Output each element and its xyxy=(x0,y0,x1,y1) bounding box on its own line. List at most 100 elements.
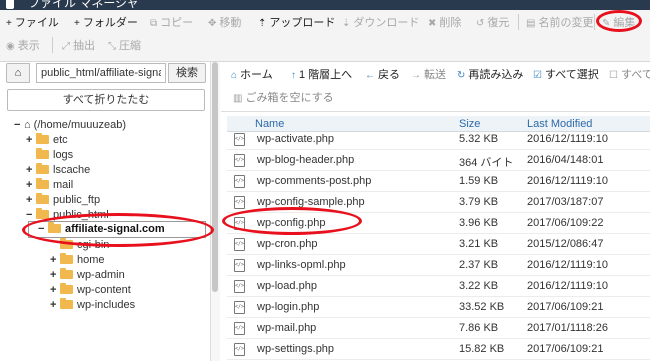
compress-button[interactable]: ⤡ 圧縮 xyxy=(108,37,141,55)
unselect-all-button[interactable]: ☐ すべて xyxy=(609,66,650,84)
file-modified: 2016/12/1119:10 xyxy=(527,280,608,292)
php-file-icon xyxy=(234,154,245,167)
file-name: wp-comments-post.php xyxy=(257,175,372,187)
folder-icon xyxy=(60,298,73,309)
file-row[interactable]: wp-mail.php 7.86 KB 2017/01/1118:26 xyxy=(227,318,650,339)
file-modified: 2017/01/1118:26 xyxy=(527,322,608,334)
php-file-icon xyxy=(234,175,245,188)
select-all-button[interactable]: ☑ すべて選択 xyxy=(533,66,599,84)
download-icon: ⇣ xyxy=(342,18,351,29)
app-title: ファイル マネージャ xyxy=(28,0,139,10)
file-row[interactable]: wp-links-opml.php 2.37 KB 2016/12/1119:1… xyxy=(227,255,650,276)
new-folder-button[interactable]: + フォルダー xyxy=(74,14,138,32)
plus-icon: + xyxy=(6,18,12,29)
file-name: wp-load.php xyxy=(257,280,317,292)
collapse-all-button[interactable]: すべて折りたたむ xyxy=(7,89,205,111)
tree-item-home-folder[interactable]: + home xyxy=(50,253,105,268)
tree-item-etc[interactable]: + etc xyxy=(26,133,68,148)
collapse-toggle-icon[interactable]: − xyxy=(14,118,24,133)
expand-toggle-icon[interactable]: + xyxy=(26,193,36,208)
upload-button[interactable]: ⇡ アップロード xyxy=(258,14,335,32)
delete-icon: ✖ xyxy=(428,18,437,29)
reload-button[interactable]: ↻ 再読み込み xyxy=(457,66,523,84)
file-size: 2.37 KB xyxy=(459,259,499,271)
up-one-level-button[interactable]: ↑ 1 階層上へ xyxy=(291,66,352,84)
new-file-button[interactable]: + ファイル xyxy=(6,14,59,32)
folder-icon xyxy=(36,178,49,189)
file-row[interactable]: wp-settings.php 15.82 KB 2017/06/109:21 xyxy=(227,339,650,360)
download-button[interactable]: ⇣ ダウンロード xyxy=(342,14,419,32)
file-name: wp-mail.php xyxy=(257,322,317,334)
highlight-ring-file xyxy=(222,207,362,235)
tree-item-wp-admin[interactable]: + wp-admin xyxy=(50,268,125,283)
back-button[interactable]: ← 戻る xyxy=(365,66,400,84)
expand-toggle-icon[interactable]: + xyxy=(50,283,60,298)
php-file-icon xyxy=(234,280,245,293)
folder-icon xyxy=(36,193,49,204)
tree-scrollbar[interactable] xyxy=(212,62,218,292)
home-icon: ⌂ xyxy=(231,70,238,81)
file-row[interactable]: wp-blog-header.php 364 バイト 2016/04/148:0… xyxy=(227,150,650,171)
expand-toggle-icon[interactable]: + xyxy=(50,268,60,283)
tree-item-mail[interactable]: + mail xyxy=(26,178,73,193)
tree-item-wp-content[interactable]: + wp-content xyxy=(50,283,131,298)
file-modified: 2016/12/1119:10 xyxy=(527,175,608,187)
tree-item-lscache[interactable]: + lscache xyxy=(26,163,90,178)
toolbar-divider xyxy=(52,37,53,53)
tree-item-home[interactable]: − ⌂ (/home/muuuzeab) xyxy=(14,118,126,133)
file-name: wp-activate.php xyxy=(257,133,335,145)
file-modified: 2016/04/148:01 xyxy=(527,154,604,166)
php-file-icon xyxy=(234,301,245,314)
tree-item-logs[interactable]: logs xyxy=(26,148,73,163)
file-row[interactable]: wp-load.php 3.22 KB 2016/12/1119:10 xyxy=(227,276,650,297)
toolbar: + ファイル + フォルダー ⧉ コピー ✥ 移動 ⇡ アップロード ⇣ ダウンロード ✖ 削… xyxy=(0,10,650,62)
highlight-ring-folder xyxy=(22,213,214,247)
forward-button[interactable]: → 転送 xyxy=(411,66,446,84)
file-row[interactable]: wp-comments-post.php 1.59 KB 2016/12/111… xyxy=(227,171,650,192)
file-name: wp-blog-header.php xyxy=(257,154,355,166)
copy-button[interactable]: ⧉ コピー xyxy=(150,14,193,32)
expand-toggle-icon[interactable]: + xyxy=(50,253,60,268)
home-path-button[interactable]: ⌂ xyxy=(6,63,30,83)
restore-button[interactable]: ↺ 復元 xyxy=(476,14,509,32)
app-logo xyxy=(6,0,14,9)
plus-icon: + xyxy=(74,18,80,29)
arrow-up-icon: ↑ xyxy=(291,70,296,81)
checkbox-empty-icon: ☐ xyxy=(609,70,618,81)
move-icon: ✥ xyxy=(208,18,217,29)
restore-icon: ↺ xyxy=(476,18,485,29)
file-size: 15.82 KB xyxy=(459,343,505,355)
checkbox-checked-icon: ☑ xyxy=(533,70,542,81)
file-size: 1.59 KB xyxy=(459,175,499,187)
move-button[interactable]: ✥ 移動 xyxy=(208,14,241,32)
file-name: wp-cron.php xyxy=(257,238,318,250)
expand-toggle-icon[interactable]: + xyxy=(26,133,36,148)
extract-icon: ⤢ xyxy=(62,41,70,52)
view-icon: ◉ xyxy=(6,41,15,52)
file-row[interactable]: wp-login.php 33.52 KB 2017/06/109:21 xyxy=(227,297,650,318)
file-modified: 2016/12/1119:10 xyxy=(527,133,608,145)
file-row[interactable]: wp-cron.php 3.21 KB 2015/12/086:47 xyxy=(227,234,650,255)
toolbar-divider xyxy=(594,14,595,30)
delete-button[interactable]: ✖ 削除 xyxy=(428,14,461,32)
file-modified: 2017/06/109:21 xyxy=(527,343,604,355)
extract-button[interactable]: ⤢ 抽出 xyxy=(62,37,95,55)
file-modified: 2017/06/109:21 xyxy=(527,301,604,313)
file-row[interactable]: wp-activate.php 5.32 KB 2016/12/1119:10 xyxy=(227,129,650,150)
rename-icon: ▤ xyxy=(526,18,536,29)
home-button[interactable]: ⌂ ホーム xyxy=(231,66,273,84)
path-input[interactable] xyxy=(36,63,166,83)
empty-trash-button[interactable]: ▥ ごみ箱を空にする xyxy=(233,89,334,107)
rename-button[interactable]: ▤ 名前の変更 xyxy=(526,14,593,32)
expand-toggle-icon[interactable]: + xyxy=(26,163,36,178)
tree-item-wp-includes[interactable]: + wp-includes xyxy=(50,298,135,313)
path-go-button[interactable]: 検索 xyxy=(168,63,206,83)
tree-item-public-ftp[interactable]: + public_ftp xyxy=(26,193,100,208)
folder-icon xyxy=(60,268,73,279)
php-file-icon xyxy=(234,238,245,251)
view-button[interactable]: ◉ 表示 xyxy=(6,37,40,55)
expand-toggle-icon[interactable]: + xyxy=(50,298,60,313)
refresh-icon: ↻ xyxy=(457,70,466,81)
expand-toggle-icon[interactable]: + xyxy=(26,178,36,193)
file-modified: 2017/03/187:07 xyxy=(527,196,604,208)
